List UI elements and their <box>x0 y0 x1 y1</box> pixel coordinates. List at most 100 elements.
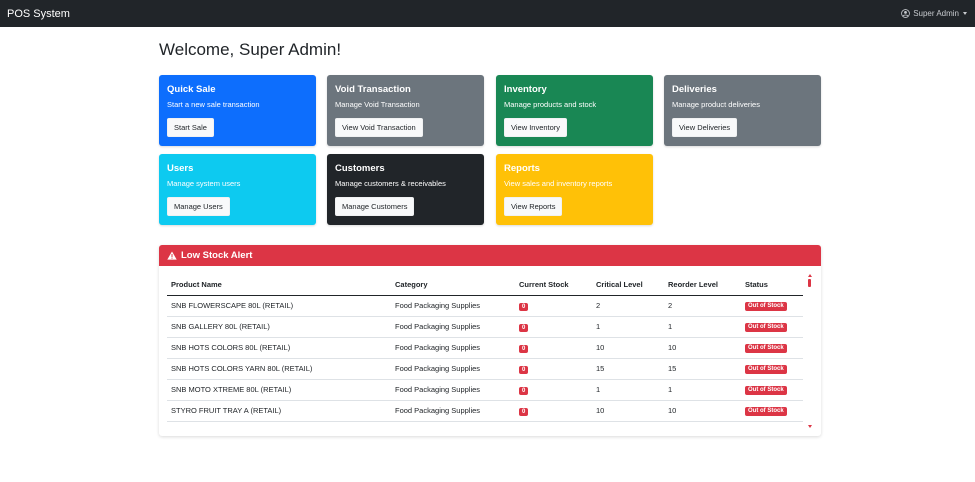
card-description: Manage Void Transaction <box>335 100 420 109</box>
column-header[interactable]: Category <box>391 274 515 296</box>
low-stock-table: Product Name Category Current Stock Critica… <box>167 274 803 422</box>
critical-level-cell: 15 <box>592 358 664 380</box>
card-title: Deliveries <box>672 84 717 95</box>
table-row[interactable]: SNB MOTO XTREME 80L (RETAIL) Food Packagi… <box>167 379 803 401</box>
category-cell: Food Packaging Supplies <box>391 295 515 317</box>
table-header-row: Product Name Category Current Stock Critica… <box>167 274 803 296</box>
reorder-level-cell: 2 <box>664 295 741 317</box>
category-cell: Food Packaging Supplies <box>391 400 515 422</box>
card-title: Void Transaction <box>335 84 411 95</box>
column-header[interactable]: Current Stock <box>515 274 592 296</box>
stock-badge: 0 <box>519 407 529 416</box>
product-name-cell: SNB FLOWERSCAPE 80L (RETAIL) <box>167 295 391 317</box>
category-cell: Food Packaging Supplies <box>391 337 515 359</box>
low-stock-panel: Low Stock Alert Product Name Category Curr… <box>159 245 821 436</box>
card-title: Quick Sale <box>167 84 216 95</box>
scroll-thumb[interactable] <box>808 279 811 287</box>
card-button[interactable]: View Deliveries <box>672 118 738 137</box>
status-cell: Out of Stock <box>741 337 803 359</box>
user-name: Super Admin <box>913 9 959 18</box>
current-stock-cell: 0 <box>515 316 592 338</box>
status-badge: Out of Stock <box>745 406 787 416</box>
user-circle-icon <box>901 9 911 18</box>
reorder-level-cell: 1 <box>664 316 741 338</box>
status-cell: Out of Stock <box>741 358 803 380</box>
reorder-level-cell: 10 <box>664 337 741 359</box>
card-void-transaction: Void Transaction Manage Void Transaction V… <box>327 75 484 146</box>
card-description: Manage product deliveries <box>672 100 760 109</box>
card-button[interactable]: View Inventory <box>504 118 568 137</box>
status-badge: Out of Stock <box>745 301 787 311</box>
card-inventory: Inventory Manage products and stock View I… <box>496 75 653 146</box>
critical-level-cell: 10 <box>592 400 664 422</box>
product-name-cell: SNB HOTS COLORS 80L (RETAIL) <box>167 337 391 359</box>
current-stock-cell: 0 <box>515 379 592 401</box>
card-users: Users Manage system users Manage Users <box>159 154 316 225</box>
table-scrollbar[interactable] <box>807 274 812 428</box>
status-badge: Out of Stock <box>745 343 787 353</box>
table-row[interactable]: SNB HOTS COLORS YARN 80L (RETAIL) Food Pa… <box>167 358 803 380</box>
column-header[interactable]: Product Name <box>167 274 391 296</box>
stock-badge: 0 <box>519 386 529 395</box>
page-title: Welcome, Super Admin! <box>159 40 342 59</box>
chevron-down-icon <box>963 12 967 15</box>
warning-triangle-icon <box>167 251 177 260</box>
status-badge: Out of Stock <box>745 364 787 374</box>
brand-title[interactable]: POS System <box>7 8 70 20</box>
critical-level-cell: 1 <box>592 316 664 338</box>
column-header[interactable]: Reorder Level <box>664 274 741 296</box>
top-navbar: POS System Super Admin <box>0 0 975 27</box>
card-deliveries: Deliveries Manage product deliveries View … <box>664 75 821 146</box>
scroll-down-icon[interactable] <box>807 425 812 428</box>
status-cell: Out of Stock <box>741 316 803 338</box>
card-button[interactable]: Start Sale <box>167 118 214 137</box>
card-title: Users <box>167 163 194 174</box>
stock-badge: 0 <box>519 323 529 332</box>
column-header[interactable]: Critical Level <box>592 274 664 296</box>
stock-badge: 0 <box>519 365 529 374</box>
table-row[interactable]: STYRO FRUIT TRAY A (RETAIL) Food Packagin… <box>167 400 803 422</box>
card-title: Inventory <box>504 84 547 95</box>
card-button[interactable]: View Void Transaction <box>335 118 423 137</box>
reorder-level-cell: 10 <box>664 400 741 422</box>
product-name-cell: STYRO FRUIT TRAY A (RETAIL) <box>167 400 391 422</box>
product-name-cell: SNB MOTO XTREME 80L (RETAIL) <box>167 379 391 401</box>
user-menu-dropdown[interactable]: Super Admin <box>901 9 967 18</box>
card-button[interactable]: View Reports <box>504 197 563 216</box>
status-badge: Out of Stock <box>745 385 787 395</box>
product-name-cell: SNB GALLERY 80L (RETAIL) <box>167 316 391 338</box>
category-cell: Food Packaging Supplies <box>391 316 515 338</box>
current-stock-cell: 0 <box>515 337 592 359</box>
card-description: Manage customers & receivables <box>335 179 446 188</box>
card-reports: Reports View sales and inventory reports V… <box>496 154 653 225</box>
critical-level-cell: 2 <box>592 295 664 317</box>
stock-badge: 0 <box>519 344 529 353</box>
product-name-cell: SNB HOTS COLORS YARN 80L (RETAIL) <box>167 358 391 380</box>
scroll-up-icon[interactable] <box>807 274 812 277</box>
current-stock-cell: 0 <box>515 295 592 317</box>
card-description: Start a new sale transaction <box>167 100 260 109</box>
card-customers: Customers Manage customers & receivables M… <box>327 154 484 225</box>
column-header[interactable]: Status <box>741 274 803 296</box>
status-cell: Out of Stock <box>741 379 803 401</box>
current-stock-cell: 0 <box>515 400 592 422</box>
status-badge: Out of Stock <box>745 322 787 332</box>
table-row[interactable]: SNB HOTS COLORS 80L (RETAIL) Food Packagi… <box>167 337 803 359</box>
card-description: Manage products and stock <box>504 100 597 109</box>
card-title: Customers <box>335 163 385 174</box>
category-cell: Food Packaging Supplies <box>391 379 515 401</box>
reorder-level-cell: 1 <box>664 379 741 401</box>
low-stock-header: Low Stock Alert <box>159 245 821 266</box>
card-description: Manage system users <box>167 179 241 188</box>
critical-level-cell: 1 <box>592 379 664 401</box>
card-button[interactable]: Manage Users <box>167 197 230 216</box>
status-cell: Out of Stock <box>741 400 803 422</box>
category-cell: Food Packaging Supplies <box>391 358 515 380</box>
table-row[interactable]: SNB FLOWERSCAPE 80L (RETAIL) Food Packagi… <box>167 295 803 317</box>
card-button[interactable]: Manage Customers <box>335 197 415 216</box>
status-cell: Out of Stock <box>741 295 803 317</box>
current-stock-cell: 0 <box>515 358 592 380</box>
table-row[interactable]: SNB GALLERY 80L (RETAIL) Food Packaging S… <box>167 316 803 338</box>
card-description: View sales and inventory reports <box>504 179 613 188</box>
card-title: Reports <box>504 163 540 174</box>
